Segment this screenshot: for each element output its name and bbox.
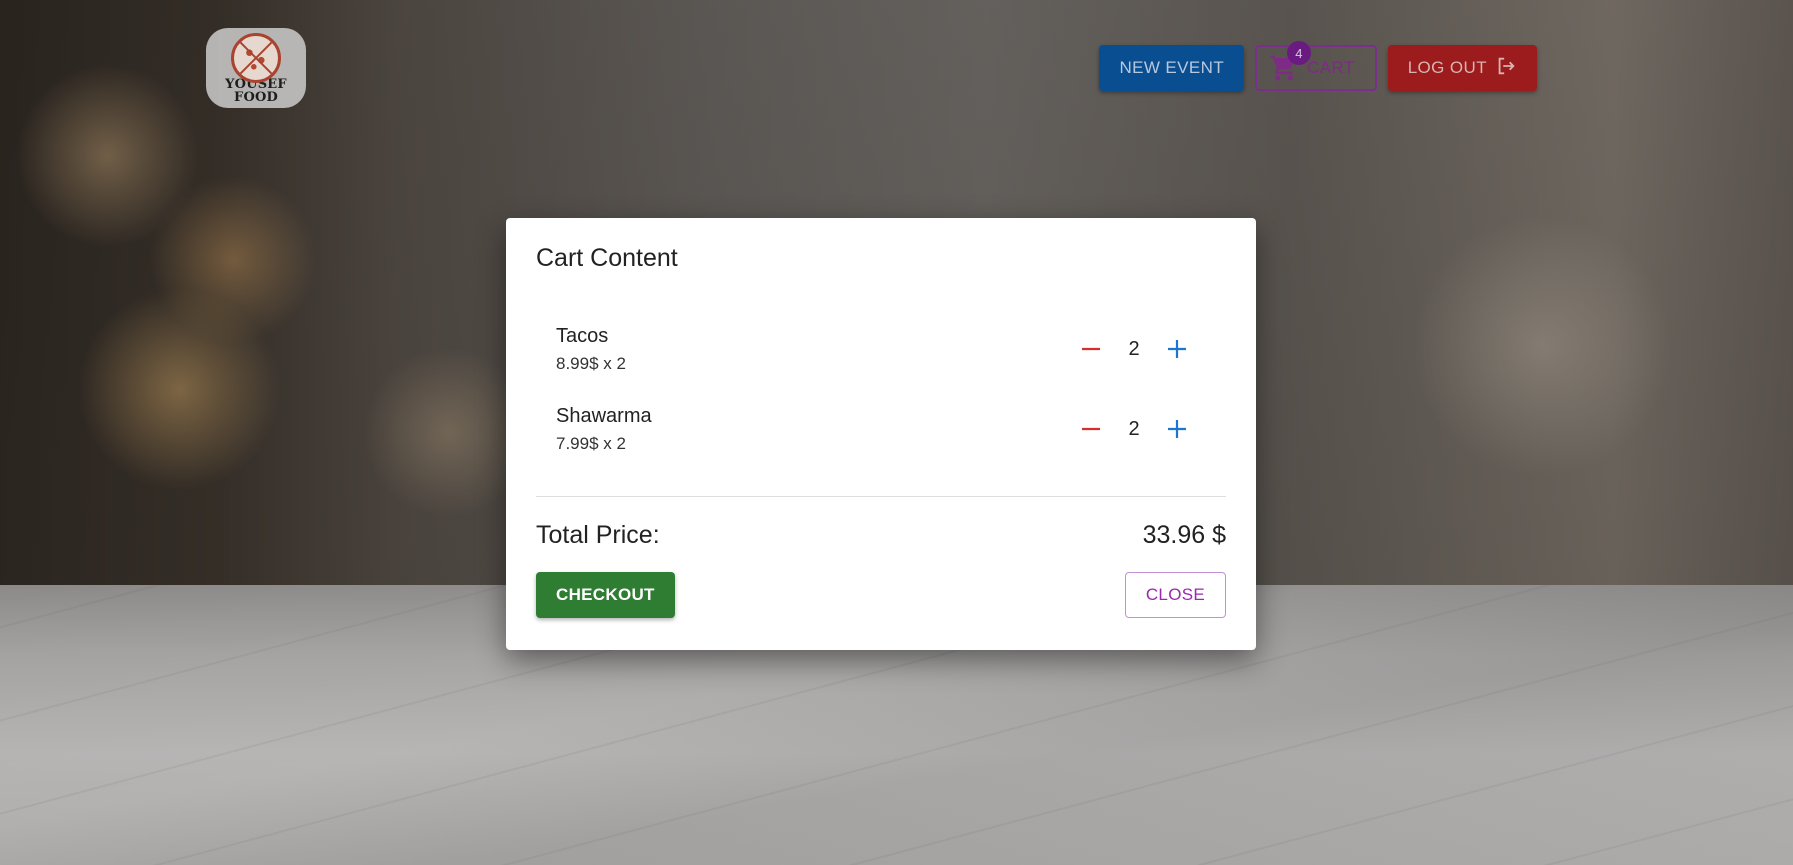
divider [536,496,1226,497]
item-price-line: 7.99$ x 2 [556,433,626,453]
plus-icon [1168,340,1186,358]
checkout-button[interactable]: CHECKOUT [536,572,675,618]
minus-icon [1082,347,1100,351]
quantity-value: 2 [1128,337,1140,360]
dialog-actions: CHECKOUT CLOSE [536,572,1226,618]
decrement-button[interactable] [1076,334,1106,364]
quantity-value: 2 [1128,417,1140,440]
item-price-line: 8.99$ x 2 [556,353,626,373]
cart-item-info: Tacos 8.99$ x 2 [556,325,626,374]
total-price-label: Total Price: [536,521,660,549]
increment-button[interactable] [1162,334,1192,364]
plus-icon [1168,420,1186,438]
total-price-value: 33.96 $ [1142,521,1226,549]
cart-dialog: Cart Content Tacos 8.99$ x 2 2 Shawarma … [506,218,1256,650]
decrement-button[interactable] [1076,414,1106,444]
close-button[interactable]: CLOSE [1124,572,1226,618]
minus-icon [1082,427,1100,431]
increment-button[interactable] [1162,414,1192,444]
total-row: Total Price: 33.96 $ [536,521,1226,550]
cart-item: Shawarma 7.99$ x 2 2 [536,389,1226,469]
cart-item-list: Tacos 8.99$ x 2 2 Shawarma 7.99$ x 2 2 [536,309,1226,469]
cart-item: Tacos 8.99$ x 2 2 [536,309,1226,389]
item-name: Shawarma [556,404,652,427]
quantity-stepper: 2 [1076,414,1192,444]
item-name: Tacos [556,324,609,347]
cart-item-info: Shawarma 7.99$ x 2 [556,405,652,454]
dialog-title: Cart Content [536,244,678,272]
quantity-stepper: 2 [1076,334,1192,364]
